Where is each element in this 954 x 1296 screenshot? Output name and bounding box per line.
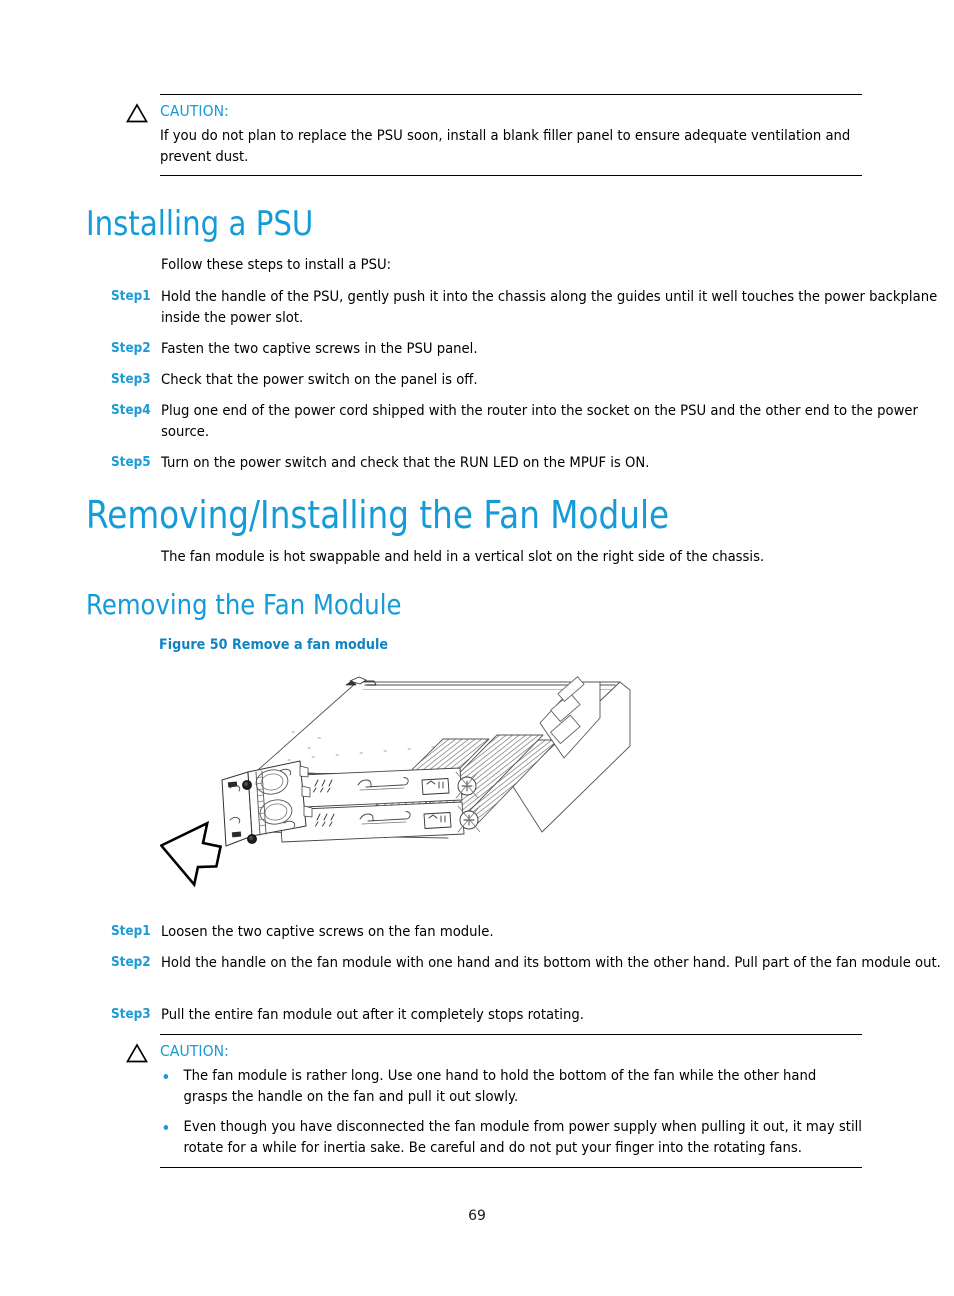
step-row: Step4 Plug one end of the power cord shi… xyxy=(111,401,918,442)
caution-top-label: CAUTION: xyxy=(160,102,229,120)
figure-caption: Figure 50 Remove a fan module xyxy=(159,637,389,653)
step-text: Hold the handle of the PSU, gently push … xyxy=(161,288,938,326)
page-number: 69 xyxy=(468,1208,486,1224)
list-item: Even though you have disconnected the fa… xyxy=(160,1117,862,1158)
bullet-icon xyxy=(163,1074,169,1079)
document-page: CAUTION: If you do not plan to replace t… xyxy=(0,0,954,1296)
step-row: Step5 Turn on the power switch and check… xyxy=(111,453,911,474)
caution-top-header: CAUTION: xyxy=(126,95,862,123)
step-label: Step1 xyxy=(111,289,151,304)
step-text: Loosen the two captive screws on the fan… xyxy=(161,923,494,940)
step-text: Pull the entire fan module out after it … xyxy=(161,1006,584,1023)
step-text: Fasten the two captive screws in the PSU… xyxy=(161,340,478,357)
step-label: Step1 xyxy=(111,924,151,939)
step-row: Step2 Fasten the two captive screws in t… xyxy=(111,339,911,360)
caution-note-top: CAUTION: If you do not plan to replace t… xyxy=(126,94,862,176)
bullet-icon xyxy=(163,1125,169,1130)
step-row: Step3 Check that the power switch on the… xyxy=(111,370,911,391)
caution-note-bottom: CAUTION: The fan module is rather long. … xyxy=(126,1034,862,1168)
caution-top-rule-lower xyxy=(160,175,862,176)
caution-bottom-label: CAUTION: xyxy=(160,1042,229,1060)
caution-bottom-header: CAUTION: xyxy=(126,1035,862,1063)
step-label: Step5 xyxy=(111,455,151,470)
heading-removing-installing-fan-module: Removing/Installing the Fan Module xyxy=(86,493,670,537)
step-label: Step2 xyxy=(111,341,151,356)
step-label: Step2 xyxy=(111,955,151,970)
list-item-text: Even though you have disconnected the fa… xyxy=(183,1118,862,1156)
caution-triangle-icon xyxy=(126,103,148,123)
list-item: The fan module is rather long. Use one h… xyxy=(160,1066,862,1107)
step-row: Step2 Hold the handle on the fan module … xyxy=(111,953,941,974)
caution-bottom-body: The fan module is rather long. Use one h… xyxy=(160,1062,862,1165)
figure-remove-fan-module xyxy=(160,660,650,905)
step-text: Hold the handle on the fan module with o… xyxy=(161,954,941,971)
step-label: Step3 xyxy=(111,372,151,387)
step-text: Turn on the power switch and check that … xyxy=(161,454,650,471)
caution-bottom-rule-lower xyxy=(160,1167,862,1168)
installing-psu-intro: Follow these steps to install a PSU: xyxy=(161,256,392,273)
step-text: Plug one end of the power cord shipped w… xyxy=(161,402,918,440)
heading-removing-the-fan-module: Removing the Fan Module xyxy=(86,588,402,621)
step-text: Check that the power switch on the panel… xyxy=(161,371,478,388)
heading-installing-a-psu: Installing a PSU xyxy=(86,204,314,244)
caution-top-body: If you do not plan to replace the PSU so… xyxy=(160,122,862,172)
list-item-text: The fan module is rather long. Use one h… xyxy=(183,1067,817,1105)
caution-triangle-icon xyxy=(126,1043,148,1063)
step-row: Step3 Pull the entire fan module out aft… xyxy=(111,1005,911,1026)
step-label: Step3 xyxy=(111,1007,151,1022)
fan-module-intro: The fan module is hot swappable and held… xyxy=(161,548,765,565)
caution-top-text: If you do not plan to replace the PSU so… xyxy=(160,127,851,165)
step-row: Step1 Hold the handle of the PSU, gently… xyxy=(111,287,937,328)
step-label: Step4 xyxy=(111,403,151,418)
step-row: Step1 Loosen the two captive screws on t… xyxy=(111,922,911,943)
caution-bullet-list: The fan module is rather long. Use one h… xyxy=(160,1066,862,1158)
